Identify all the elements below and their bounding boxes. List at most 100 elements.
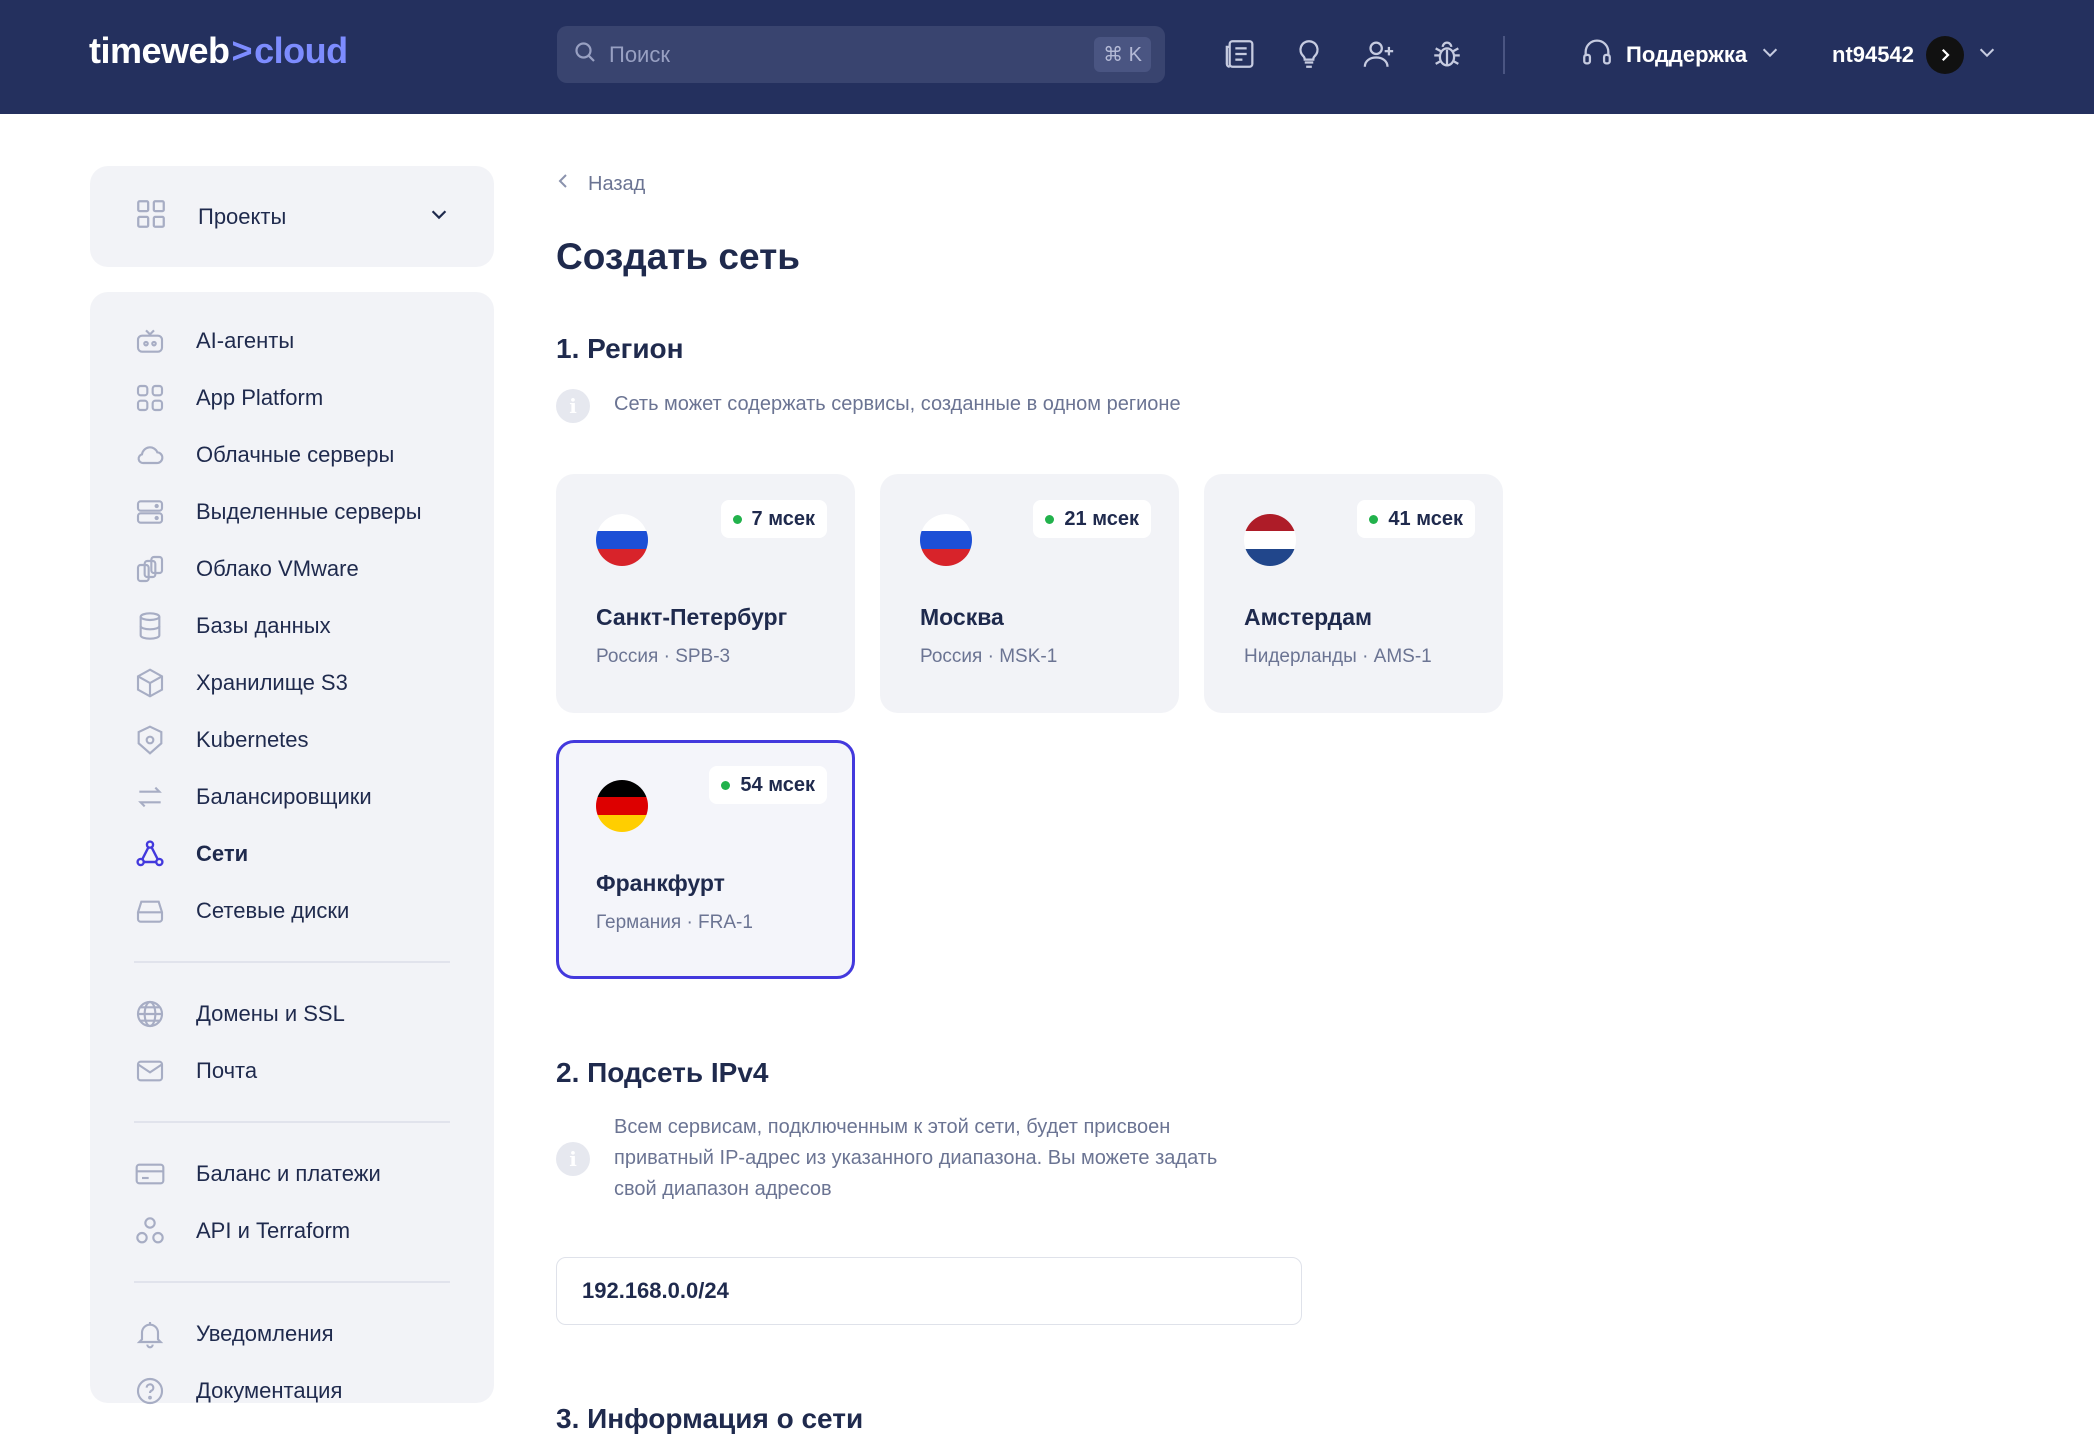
projects-grid-icon <box>134 197 168 236</box>
top-bar: timeweb > cloud ⌘ K Поддержка nt94542 <box>0 0 2094 114</box>
latency-text: 7 мсек <box>751 507 815 530</box>
region-location: Россия · MSK-1 <box>920 646 1058 667</box>
sidebar-item[interactable]: Kubernetes <box>134 711 450 768</box>
region-card[interactable]: 21 мсек Москва Россия · MSK-1 <box>880 474 1179 713</box>
sidebar-item-label: Сетевые диски <box>196 897 350 923</box>
subnet-info-text: Всем сервисам, подключенным к этой сети,… <box>614 1112 1217 1205</box>
search-bar[interactable]: ⌘ K <box>557 26 1165 83</box>
search-input[interactable] <box>609 41 1069 68</box>
latency-text: 21 мсек <box>1064 507 1139 530</box>
region-info-text: Сеть может содержать сервисы, созданные … <box>614 393 1181 415</box>
account-label: nt94542 <box>1832 42 1914 67</box>
projects-label: Проекты <box>198 203 287 229</box>
sidebar-item[interactable]: App Platform <box>134 369 450 426</box>
latency-badge: 7 мсек <box>720 500 827 538</box>
sidebar-item-label: Хранилище S3 <box>196 669 348 695</box>
sidebar-item-label: Почта <box>196 1057 258 1083</box>
network-icon <box>134 838 166 870</box>
vmware-icon <box>134 553 166 585</box>
subnet-info-line: свой диапазон адресов <box>614 1178 832 1200</box>
sidebar-item[interactable]: Домены и SSL <box>134 985 450 1042</box>
sidebar-item-label: Уведомления <box>196 1320 334 1346</box>
region-name: Амстердам <box>1244 604 1373 630</box>
header-divider <box>1503 36 1505 74</box>
logo[interactable]: timeweb > cloud <box>89 30 348 72</box>
sidebar-separator <box>134 1281 450 1283</box>
projects-selector[interactable]: Проекты <box>90 166 494 267</box>
headset-icon <box>1580 35 1614 75</box>
flag-icon <box>920 514 972 566</box>
flag-icon <box>596 780 648 832</box>
info-icon: i <box>556 389 590 423</box>
sidebar-item[interactable]: Облачные серверы <box>134 426 450 483</box>
subnet-info-line: Всем сервисам, подключенным к этой сети,… <box>614 1116 1171 1138</box>
status-dot-icon <box>721 780 731 790</box>
support-menu[interactable]: Поддержка <box>1580 32 1781 78</box>
logo-text-left: timeweb <box>89 30 230 71</box>
sidebar-item-label: Сети <box>196 840 249 866</box>
status-dot-icon <box>1369 514 1379 524</box>
sidebar-item[interactable]: Баланс и платежи <box>134 1145 450 1202</box>
chevron-left-icon <box>556 172 570 196</box>
cube-icon <box>134 667 166 699</box>
server-icon <box>134 496 166 528</box>
chevron-down-icon <box>428 203 450 230</box>
sidebar-item[interactable]: Сетевые диски <box>134 882 450 939</box>
sidebar-item[interactable]: Балансировщики <box>134 768 450 825</box>
region-card[interactable]: 7 мсек Санкт-Петербург Россия · SPB-3 <box>556 474 855 713</box>
latency-text: 41 мсек <box>1388 507 1463 530</box>
subnet-info: i Всем сервисам, подключенным к этой сет… <box>556 1112 1217 1205</box>
robot-icon <box>134 325 166 357</box>
region-location: Германия · FRA-1 <box>596 912 753 933</box>
region-card[interactable]: 41 мсек Амстердам Нидерланды · AMS-1 <box>1204 474 1503 713</box>
sidebar-item[interactable]: API и Terraform <box>134 1202 450 1259</box>
lightbulb-icon[interactable] <box>1291 36 1327 72</box>
support-label: Поддержка <box>1626 42 1748 67</box>
sidebar-item-label: App Platform <box>196 384 324 410</box>
subnet-input[interactable] <box>556 1257 1302 1325</box>
section-title-region: 1. Регион <box>556 333 684 364</box>
sidebar-item-label: Домены и SSL <box>196 1000 345 1026</box>
sidebar-item[interactable]: Почта <box>134 1042 450 1099</box>
disk-icon <box>134 895 166 927</box>
sidebar-item-label: Базы данных <box>196 612 331 638</box>
news-icon[interactable] <box>1223 36 1259 72</box>
sidebar-item-label: Баланс и платежи <box>196 1160 381 1186</box>
bug-icon[interactable] <box>1429 36 1465 72</box>
chevron-down-icon <box>1759 41 1781 69</box>
search-shortcut-badge: ⌘ K <box>1094 37 1151 72</box>
section-title-network-info: 3. Информация о сети <box>556 1403 864 1434</box>
flag-icon <box>1244 514 1296 566</box>
sidebar-item[interactable]: AI-агенты <box>134 312 450 369</box>
sidebar-item-label: Балансировщики <box>196 783 372 809</box>
region-info: i Сеть может содержать сервисы, созданны… <box>556 389 1181 423</box>
globe-icon <box>134 998 166 1030</box>
add-user-icon[interactable] <box>1361 36 1397 72</box>
latency-badge: 54 мсек <box>709 766 827 804</box>
app-grid-icon <box>134 382 166 414</box>
latency-text: 54 мсек <box>740 773 815 796</box>
sidebar-separator <box>134 1121 450 1123</box>
sidebar-item[interactable]: Сети <box>134 825 450 882</box>
region-card[interactable]: 54 мсек Франкфурт Германия · FRA-1 <box>556 740 855 979</box>
region-location: Россия · SPB-3 <box>596 646 731 667</box>
back-link[interactable]: Назад <box>556 170 645 198</box>
region-name: Москва <box>920 604 1004 630</box>
arrows-icon <box>134 781 166 813</box>
sidebar-item[interactable]: Выделенные серверы <box>134 483 450 540</box>
help-icon <box>134 1375 166 1407</box>
latency-badge: 41 мсек <box>1357 500 1475 538</box>
sidebar-item[interactable]: Базы данных <box>134 597 450 654</box>
logo-text-right: cloud <box>254 30 348 71</box>
cloud-icon <box>134 439 166 471</box>
sidebar-item-label: Kubernetes <box>196 726 309 752</box>
sidebar-item[interactable]: Уведомления <box>134 1305 450 1362</box>
sidebar-item-label: Облако VMware <box>196 555 359 581</box>
sidebar-item-label: Выделенные серверы <box>196 498 422 524</box>
account-menu[interactable]: nt94542 <box>1832 32 1998 78</box>
sidebar-item[interactable]: Документация <box>134 1362 450 1419</box>
sidebar-item[interactable]: Облако VMware <box>134 540 450 597</box>
sidebar-nav: AI-агенты App Platform Облачные серверы Выд… <box>90 292 494 1404</box>
sidebar-item[interactable]: Хранилище S3 <box>134 654 450 711</box>
card-icon <box>134 1158 166 1190</box>
